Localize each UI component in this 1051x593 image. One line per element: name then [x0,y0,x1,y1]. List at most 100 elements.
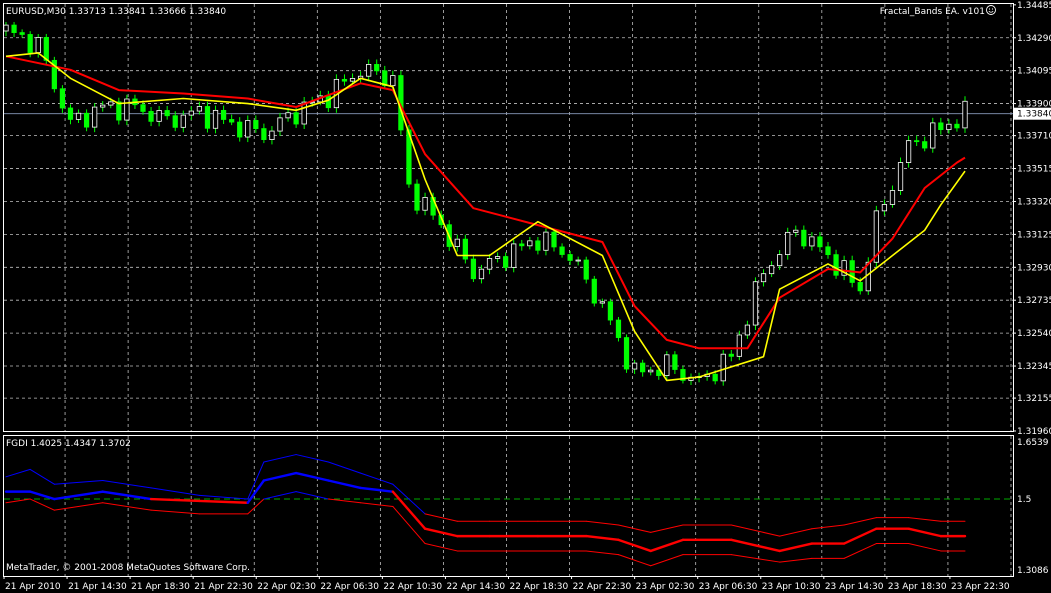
time-tick-label: 23 Apr 22:30 [951,582,1010,592]
price-chart[interactable]: 1.344851.342901.340951.339001.337101.335… [0,0,1051,593]
indicator-panel-frame [3,435,1014,577]
candle-body [519,243,525,247]
fgdi-upper-band [617,524,652,533]
time-tick-label: 23 Apr 18:30 [888,582,947,592]
candle-body [720,353,726,382]
time-tick-label: 23 Apr 06:30 [699,582,758,592]
candle-body [752,281,759,326]
copyright-text: MetaTrader, © 2001-2008 MetaQuotes Softw… [6,563,250,573]
candle-body [148,111,154,122]
time-tick-label: 21 Apr 22:30 [194,582,253,592]
time-tick-label: 22 Apr 14:30 [446,582,505,592]
candle-body [648,369,654,373]
time-tick-label: 23 Apr 14:30 [825,582,884,592]
candle-body [631,362,638,370]
fgdi-lower-band [392,505,426,545]
candle-body [188,110,194,116]
price-tick-label: 1.33125 [1017,230,1051,240]
fgdi-mid-line [842,527,878,545]
candle-body [817,236,823,248]
candle-body [825,246,831,256]
candle-body [664,354,670,376]
fgdi-lower-band [53,502,104,511]
fgdi-lower-band [650,554,684,567]
candle-body [3,24,9,32]
fgdi-lower-band [263,491,297,500]
fgdi-mid-line [585,534,620,542]
price-tick-label: 1.33320 [1017,197,1051,207]
fgdi-upper-band [585,520,619,526]
candle-body [494,256,501,259]
candle-body [116,101,122,121]
fgdi-lower-band [360,502,394,507]
fgdi-lower-band [29,498,55,511]
candle-body [59,88,66,109]
candle-body [938,122,944,131]
candle-body [261,128,267,140]
time-tick-label: 22 Apr 18:30 [510,582,569,592]
time-tick-label: 23 Apr 02:30 [636,582,695,592]
price-tick-label: 1.34095 [1017,67,1051,77]
fgdi-lower-band [730,554,781,563]
candle-body [27,34,33,53]
candle-body [366,64,372,77]
candle-body [623,337,630,370]
candle-body [615,319,622,338]
fgdi-mid-line [359,486,395,493]
price-tick-label: 1.34290 [1017,34,1051,44]
price-tick-label: 1.31960 [1017,427,1051,437]
fgdi-lower-band [908,543,942,552]
candle-body [486,258,493,270]
fgdi-mid-line [101,490,153,501]
fgdi-upper-band [360,472,394,485]
candle-body [454,238,460,247]
candle-body [897,162,904,191]
fgdi-lower-band [5,498,31,504]
candle-body [930,122,936,149]
fgdi-lower-band [843,543,877,559]
candle-body [204,106,211,129]
time-tick-label: 22 Apr 02:30 [257,582,316,592]
fgdi-upper-band [811,524,845,530]
fgdi-upper-band [198,494,249,500]
candle-body [744,324,751,336]
fgdi-lower-band [585,550,619,556]
candle-body [390,75,396,87]
candle-body [43,36,49,61]
fgdi-mid-line [907,527,943,538]
fgdi-upper-band [650,524,684,533]
candle-body [777,254,783,267]
candle-body [543,231,549,251]
fgdi-upper-band [29,468,55,485]
time-tick-label: 21 Apr 14:30 [68,582,127,592]
current-price-label: 1.33840 [1017,110,1051,120]
candle-body [954,123,960,129]
candle-body [905,140,912,163]
symbol-info: EURUSD,M30 1.33713 1.33841 1.33666 1.338… [6,7,226,17]
fgdi-upper-band [843,517,877,526]
candle-body [212,109,219,129]
candle-body [736,334,742,357]
fgdi-mid-line [617,538,652,553]
time-tick-label: 23 Apr 10:30 [762,582,821,592]
fgdi-mid-line [649,538,685,553]
fgdi-upper-band [424,513,458,522]
fgdi-lower-band [617,554,652,567]
candle-body [583,259,589,280]
candle-body [768,265,775,275]
time-tick-label: 21 Apr 18:30 [131,582,190,592]
candle-body [575,259,581,262]
price-tick-label: 1.32735 [1017,296,1051,306]
fgdi-tick-label: 1.5 [1017,495,1031,505]
candle-body [712,373,718,382]
fgdi-tick-label: 1.6539 [1017,438,1049,448]
price-tick-label: 1.32155 [1017,394,1051,404]
candle-body [285,112,291,119]
fgdi-upper-band [908,517,942,522]
candle-body [889,190,896,205]
candle-body [559,246,565,255]
candle-body [599,301,605,304]
candle-body [277,117,283,132]
candle-body [156,110,162,122]
candle-body [35,36,41,53]
